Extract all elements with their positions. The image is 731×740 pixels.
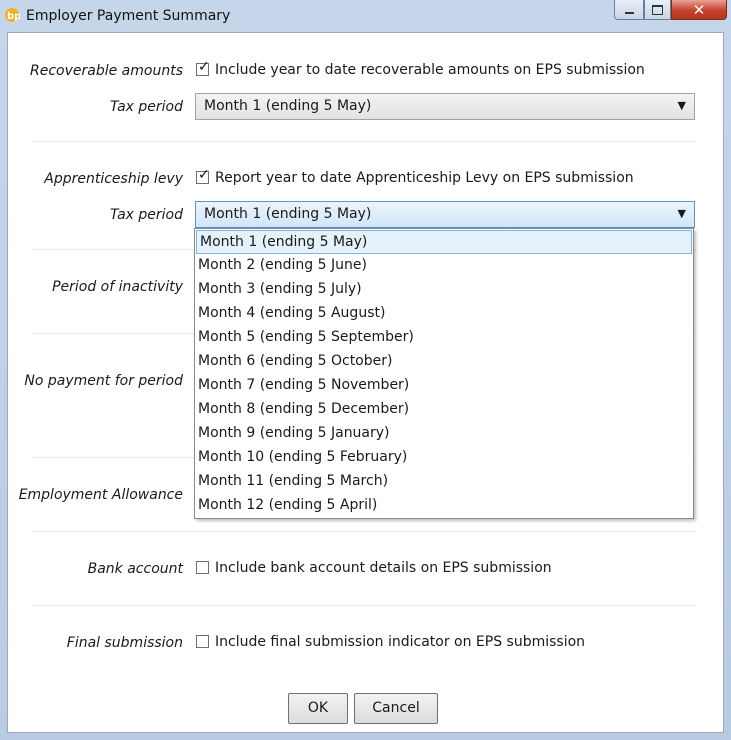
minimize-button[interactable] [614,0,644,20]
dropdown-option[interactable]: Month 4 (ending 5 August) [195,302,693,326]
divider [32,141,696,142]
no-payment-label: No payment for period [24,373,183,389]
dropdown-option[interactable]: Month 10 (ending 5 February) [195,446,693,470]
chevron-down-icon: ▼ [677,99,686,112]
levy-checkbox-text: Report year to date Apprenticeship Levy … [215,170,634,186]
minimize-icon [624,11,634,14]
recoverable-checkbox[interactable]: ✓ [196,59,210,76]
dropdown-option[interactable]: Month 5 (ending 5 September) [195,326,693,350]
bank-label: Bank account [87,561,183,577]
dropdown-option[interactable]: Month 7 (ending 5 November) [195,374,693,398]
chevron-down-icon: ▼ [677,207,686,220]
svg-text:bp: bp [7,11,20,22]
final-checkbox-text: Include final submission indicator on EP… [215,634,586,650]
levy-label: Apprenticeship levy [44,171,183,187]
dropdown-option[interactable]: Month 2 (ending 5 June) [195,254,693,278]
dropdown-option[interactable]: Month 6 (ending 5 October) [195,350,693,374]
dropdown-option[interactable]: Month 11 (ending 5 March) [195,470,693,494]
levy-tax-period-select[interactable]: Month 1 (ending 5 May) ▼ [195,201,695,228]
checkmark-icon: ✓ [198,167,210,183]
bank-checkbox-text: Include bank account details on EPS subm… [215,560,552,576]
bank-checkbox[interactable] [196,561,209,574]
allowance-label: Employment Allowance [18,487,183,503]
recoverable-tax-period-select[interactable]: Month 1 (ending 5 May) ▼ [195,93,695,120]
divider [32,531,696,532]
maximize-button[interactable] [644,0,671,20]
ok-button[interactable]: OK [288,693,348,724]
maximize-icon [652,4,663,15]
recoverable-tax-period-label: Tax period [110,99,183,115]
close-button[interactable]: ✕ [671,0,727,20]
dialog-window: bp Employer Payment Summary ✕ Recoverabl… [0,0,731,740]
title-bar[interactable]: bp Employer Payment Summary ✕ [0,0,731,32]
close-icon: ✕ [692,0,706,19]
dropdown-option[interactable]: Month 1 (ending 5 May) [196,230,692,254]
levy-tax-period-value: Month 1 (ending 5 May) [204,206,372,222]
levy-checkbox[interactable]: ✓ [196,167,210,184]
final-checkbox[interactable] [196,635,209,648]
dropdown-option[interactable]: Month 8 (ending 5 December) [195,398,693,422]
final-label: Final submission [66,635,183,651]
recoverable-label: Recoverable amounts [30,63,183,79]
checkmark-icon: ✓ [198,59,210,75]
dropdown-option[interactable]: Month 9 (ending 5 January) [195,422,693,446]
window-title: Employer Payment Summary [26,8,231,24]
cancel-button[interactable]: Cancel [354,693,438,724]
inactivity-label: Period of inactivity [52,279,183,295]
divider [32,605,696,606]
recoverable-tax-period-value: Month 1 (ending 5 May) [204,98,372,114]
recoverable-checkbox-text: Include year to date recoverable amounts… [215,62,645,78]
dropdown-option[interactable]: Month 3 (ending 5 July) [195,278,693,302]
window-controls: ✕ [614,0,727,22]
dropdown-option[interactable]: Month 12 (ending 5 April) [195,494,693,518]
tax-period-dropdown-list: Month 1 (ending 5 May) Month 2 (ending 5… [194,228,694,519]
bp-logo-icon: bp [5,8,20,22]
levy-tax-period-label: Tax period [110,207,183,223]
